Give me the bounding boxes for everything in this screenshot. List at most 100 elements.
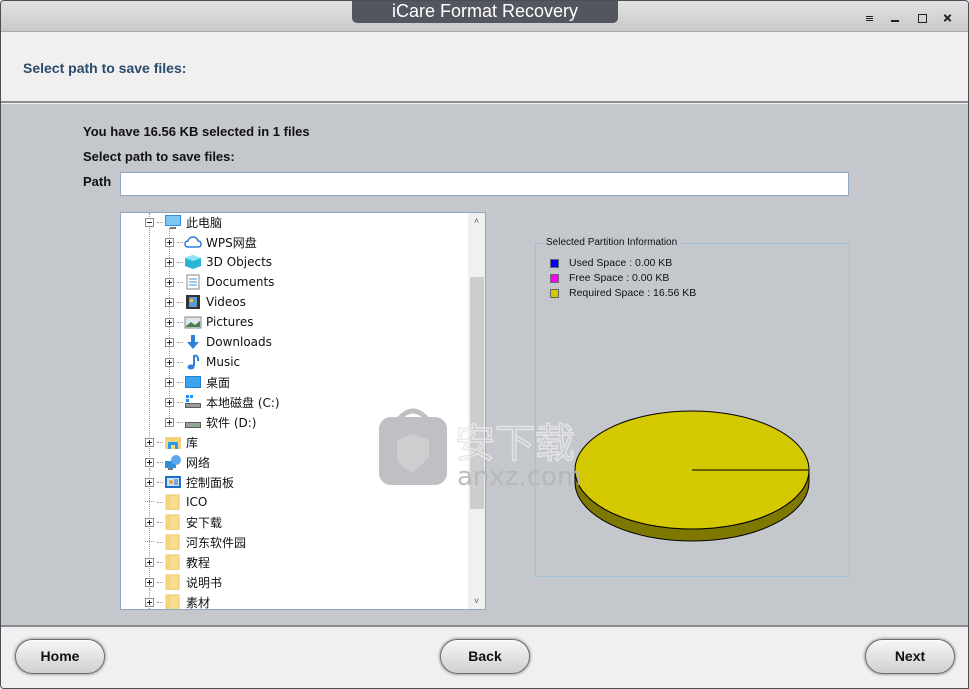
- home-button[interactable]: Home: [15, 639, 105, 674]
- partition-info-box: Selected Partition Information Used Spac…: [535, 237, 850, 577]
- expand-icon[interactable]: [165, 297, 174, 307]
- tree-connector: [157, 521, 163, 523]
- expand-icon[interactable]: [145, 597, 154, 607]
- expand-icon[interactable]: [145, 577, 154, 587]
- tree-connector: [177, 401, 183, 403]
- download-arrow-icon: [184, 334, 202, 350]
- tree-connector: [177, 361, 183, 363]
- cloud-icon: [184, 234, 202, 250]
- title-bar[interactable]: iCare Format Recovery: [1, 1, 968, 32]
- tree-node[interactable]: 库: [145, 432, 198, 452]
- network-icon: [164, 454, 182, 470]
- expand-icon[interactable]: [165, 417, 174, 427]
- tree-node[interactable]: 软件 (D:): [165, 412, 256, 432]
- tree-node-label: Downloads: [206, 335, 272, 349]
- tree-node[interactable]: Pictures: [165, 312, 254, 332]
- tree-node[interactable]: 素材: [145, 592, 210, 609]
- drive-icon: [184, 414, 202, 430]
- footer-bar: Home Back Next: [1, 629, 968, 688]
- scroll-up-icon[interactable]: ˄: [468, 213, 485, 229]
- expand-icon[interactable]: [145, 557, 154, 567]
- film-icon: [184, 294, 202, 310]
- expand-icon[interactable]: [165, 257, 174, 267]
- expand-icon[interactable]: [145, 457, 154, 467]
- expand-icon[interactable]: [165, 317, 174, 327]
- expand-icon[interactable]: [145, 477, 154, 487]
- next-button[interactable]: Next: [865, 639, 955, 674]
- expand-icon[interactable]: [165, 277, 174, 287]
- scroll-down-icon[interactable]: ˅: [468, 593, 485, 609]
- tree-node[interactable]: Downloads: [165, 332, 272, 352]
- minimize-icon[interactable]: [890, 12, 902, 24]
- library-folder-icon: [164, 434, 182, 450]
- tree-node-label: 库: [186, 435, 199, 450]
- menu-icon[interactable]: [864, 12, 876, 24]
- selection-summary: You have 16.56 KB selected in 1 files: [83, 124, 310, 139]
- tree-connector: [177, 281, 183, 283]
- tree-connector: [177, 321, 183, 323]
- tree-node-label: 网络: [186, 455, 211, 470]
- folder-icon: [164, 494, 182, 511]
- tree-node[interactable]: Music: [165, 352, 240, 372]
- partition-pie-chart: [574, 410, 810, 542]
- folder-tree[interactable]: 此电脑 WPS网盘 3D Objects Documents Videos Picture…: [120, 212, 486, 610]
- folder-tree-list: 此电脑 WPS网盘 3D Objects Documents Videos Picture…: [121, 213, 469, 609]
- tree-connector: [157, 541, 163, 543]
- scrollbar-thumb[interactable]: [470, 277, 484, 509]
- tree-node[interactable]: 本地磁盘 (C:): [165, 392, 280, 412]
- tree-node[interactable]: 说明书: [145, 572, 222, 592]
- tree-scrollbar[interactable]: ˄ ˅: [468, 213, 485, 609]
- tree-node[interactable]: 3D Objects: [165, 252, 272, 272]
- step-header: Select path to save files:: [1, 32, 968, 103]
- tree-node[interactable]: WPS网盘: [165, 232, 257, 252]
- tree-connector: [157, 441, 163, 443]
- tree-node[interactable]: 河东软件园: [145, 532, 246, 552]
- tree-node-label: 本地磁盘 (C:): [206, 395, 280, 410]
- tree-connector: [177, 381, 183, 383]
- collapse-icon[interactable]: [145, 217, 154, 227]
- path-input[interactable]: [120, 172, 849, 196]
- tree-connector: [157, 601, 163, 603]
- tree-connector: [177, 421, 183, 423]
- folder-icon: [164, 514, 182, 531]
- folder-icon: [164, 574, 182, 591]
- step-title: Select path to save files:: [23, 60, 187, 76]
- back-button[interactable]: Back: [440, 639, 530, 674]
- folder-icon: [164, 594, 182, 609]
- tree-node[interactable]: 网络: [145, 452, 210, 472]
- close-icon[interactable]: [942, 12, 954, 24]
- tree-connector: [157, 481, 163, 483]
- desktop-icon: [184, 374, 202, 390]
- tree-node-label: 教程: [186, 555, 211, 570]
- tree-node-label: WPS网盘: [206, 235, 257, 250]
- tree-node[interactable]: Documents: [165, 272, 274, 292]
- tree-node[interactable]: ICO: [145, 492, 207, 512]
- tree-connector: [157, 581, 163, 583]
- expand-icon[interactable]: [145, 517, 154, 527]
- path-label: Path: [83, 174, 112, 189]
- folder-icon: [164, 534, 182, 551]
- expand-icon[interactable]: [165, 357, 174, 367]
- tree-node[interactable]: 桌面: [165, 372, 230, 392]
- tree-node[interactable]: 此电脑: [145, 213, 222, 232]
- folder-icon: [164, 554, 182, 571]
- system-drive-icon: [184, 394, 202, 410]
- tree-connector: [177, 261, 183, 263]
- tree-node[interactable]: Videos: [165, 292, 246, 312]
- tree-connector: [157, 461, 163, 463]
- tree-node-label: Documents: [206, 275, 275, 289]
- expand-icon[interactable]: [165, 377, 174, 387]
- tree-node-label: 软件 (D:): [206, 415, 257, 430]
- expand-icon[interactable]: [165, 337, 174, 347]
- maximize-icon[interactable]: [916, 12, 928, 24]
- tree-node[interactable]: 教程: [145, 552, 210, 572]
- tree-node-label: ICO: [186, 495, 208, 509]
- tree-node[interactable]: 控制面板: [145, 472, 234, 492]
- tree-connector: [145, 497, 154, 502]
- expand-icon[interactable]: [165, 237, 174, 247]
- music-note-icon: [184, 354, 202, 370]
- tree-node-label: Videos: [206, 295, 246, 309]
- expand-icon[interactable]: [165, 397, 174, 407]
- expand-icon[interactable]: [145, 437, 154, 447]
- tree-node[interactable]: 安下载: [145, 512, 222, 532]
